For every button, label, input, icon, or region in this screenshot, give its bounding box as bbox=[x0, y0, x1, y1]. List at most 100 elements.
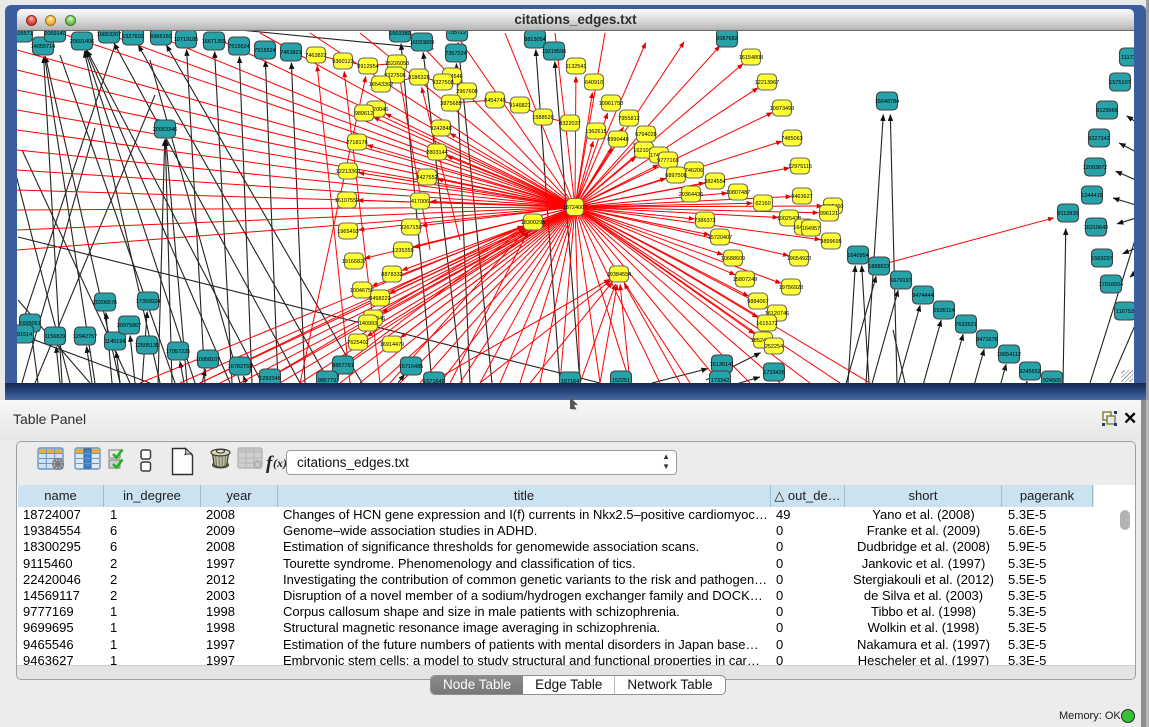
svg-text:10688609: 10688609 bbox=[721, 256, 745, 262]
svg-text:9777169: 9777169 bbox=[657, 158, 678, 164]
svg-text:6966160: 6966160 bbox=[150, 34, 171, 40]
svg-text:10654112: 10654112 bbox=[997, 352, 1021, 358]
svg-text:735722: 735722 bbox=[448, 31, 466, 36]
svg-text:9884067: 9884067 bbox=[747, 299, 768, 305]
svg-text:9474444: 9474444 bbox=[912, 293, 933, 299]
svg-text:164957: 164957 bbox=[802, 226, 820, 232]
svg-text:9146821: 9146821 bbox=[509, 103, 530, 109]
svg-text:1733426: 1733426 bbox=[763, 370, 784, 376]
svg-text:1292346: 1292346 bbox=[259, 376, 280, 382]
svg-text:2087682: 2087682 bbox=[716, 36, 737, 42]
svg-text:16543362: 16543362 bbox=[369, 82, 393, 88]
svg-text:8322037: 8322037 bbox=[559, 121, 580, 127]
svg-text:17359924: 17359924 bbox=[136, 299, 160, 305]
svg-text:12093872: 12093872 bbox=[1083, 165, 1107, 171]
svg-text:8454749: 8454749 bbox=[484, 98, 505, 104]
svg-text:20206576: 20206576 bbox=[93, 300, 117, 306]
svg-text:111736: 111736 bbox=[1121, 55, 1134, 61]
svg-text:12505135: 12505135 bbox=[135, 343, 159, 349]
svg-text:7386372: 7386372 bbox=[694, 218, 715, 224]
svg-text:7515524: 7515524 bbox=[254, 48, 275, 54]
svg-text:9899695: 9899695 bbox=[820, 239, 841, 245]
svg-text:12942757: 12942757 bbox=[73, 334, 97, 340]
svg-text:10653267: 10653267 bbox=[97, 32, 121, 38]
svg-text:16210643: 16210643 bbox=[1084, 225, 1108, 231]
svg-text:10807487: 10807487 bbox=[726, 190, 750, 196]
svg-text:1235359: 1235359 bbox=[392, 248, 413, 254]
svg-text:10961758: 10961758 bbox=[599, 101, 623, 107]
svg-text:6897508: 6897508 bbox=[665, 173, 686, 179]
svg-text:19756928: 19756928 bbox=[779, 285, 803, 291]
svg-text:417006: 417006 bbox=[411, 199, 429, 205]
svg-text:7463822: 7463822 bbox=[305, 53, 326, 59]
svg-text:8912954: 8912954 bbox=[357, 64, 378, 70]
svg-text:10719185: 10719185 bbox=[174, 37, 198, 43]
svg-text:9227342: 9227342 bbox=[1088, 136, 1109, 142]
svg-text:8471676: 8471676 bbox=[976, 337, 997, 343]
svg-text:12213967: 12213967 bbox=[755, 80, 779, 86]
svg-text:19384554: 19384554 bbox=[607, 272, 631, 278]
svg-text:3267150: 3267150 bbox=[400, 225, 421, 231]
svg-text:116753: 116753 bbox=[1116, 309, 1134, 315]
svg-text:7632621: 7632621 bbox=[955, 322, 976, 328]
svg-text:152251: 152251 bbox=[612, 378, 630, 383]
svg-text:20364436: 20364436 bbox=[679, 192, 703, 198]
svg-text:1588520: 1588520 bbox=[532, 115, 553, 121]
svg-text:391514: 391514 bbox=[17, 332, 32, 338]
svg-text:8427552: 8427552 bbox=[416, 175, 437, 181]
svg-text:140993: 140993 bbox=[359, 321, 377, 327]
svg-text:9242848: 9242848 bbox=[430, 126, 451, 132]
svg-text:16033809: 16033809 bbox=[410, 40, 434, 46]
svg-text:7955812: 7955812 bbox=[618, 116, 639, 122]
svg-text:10958107: 10958107 bbox=[196, 357, 220, 363]
svg-text:252254: 252254 bbox=[765, 344, 783, 350]
svg-text:1640954: 1640954 bbox=[847, 253, 868, 259]
svg-text:8813054: 8813054 bbox=[524, 37, 545, 43]
svg-text:1132541: 1132541 bbox=[565, 64, 586, 70]
svg-text:15716485: 15716485 bbox=[399, 364, 423, 370]
svg-text:2069140: 2069140 bbox=[44, 31, 65, 37]
svg-text:1888923: 1888923 bbox=[868, 264, 889, 270]
svg-text:157164: 157164 bbox=[561, 379, 579, 383]
svg-text:20053346: 20053346 bbox=[153, 127, 177, 133]
svg-text:19166827: 19166827 bbox=[342, 259, 366, 265]
svg-text:173342: 173342 bbox=[711, 378, 729, 383]
svg-text:1405571: 1405571 bbox=[17, 31, 33, 37]
svg-text:996121: 996121 bbox=[820, 211, 838, 217]
svg-text:1527602: 1527602 bbox=[122, 34, 143, 40]
svg-text:16107552: 16107552 bbox=[335, 198, 359, 204]
svg-text:3498222: 3498222 bbox=[369, 296, 390, 302]
svg-text:3875685: 3875685 bbox=[440, 101, 461, 107]
svg-text:1145194: 1145194 bbox=[104, 339, 125, 345]
svg-text:6794028: 6794028 bbox=[635, 132, 656, 138]
svg-text:1156829: 1156829 bbox=[44, 334, 65, 340]
svg-text:1603380: 1603380 bbox=[389, 31, 410, 37]
svg-text:1571648: 1571648 bbox=[423, 379, 444, 383]
svg-text:7625402: 7625402 bbox=[347, 340, 368, 346]
svg-text:9857791: 9857791 bbox=[332, 363, 353, 369]
svg-text:16154808: 16154808 bbox=[739, 55, 763, 61]
svg-text:7463821: 7463821 bbox=[280, 50, 301, 56]
svg-text:2718176: 2718176 bbox=[346, 140, 367, 146]
svg-text:8990448: 8990448 bbox=[607, 137, 628, 143]
svg-text:6679197: 6679197 bbox=[890, 278, 911, 284]
svg-text:8878332: 8878332 bbox=[381, 272, 402, 278]
svg-text:16648784: 16648784 bbox=[875, 99, 899, 105]
svg-text:1615172: 1615172 bbox=[756, 321, 777, 327]
svg-text:1569297: 1569297 bbox=[1091, 256, 1112, 262]
svg-text:(x): (x) bbox=[273, 456, 287, 470]
svg-text:9113935: 9113935 bbox=[1057, 211, 1078, 217]
svg-text:62160: 62160 bbox=[755, 201, 770, 207]
svg-text:12975115: 12975115 bbox=[788, 164, 812, 170]
svg-text:7485063: 7485063 bbox=[781, 136, 802, 142]
svg-text:16782759: 16782759 bbox=[228, 364, 252, 370]
svg-text:746206: 746206 bbox=[685, 168, 703, 174]
svg-text:2803144: 2803144 bbox=[426, 150, 447, 156]
svg-text:15226058: 15226058 bbox=[385, 61, 409, 67]
svg-text:7357224: 7357224 bbox=[445, 51, 466, 57]
svg-text:15720407: 15720407 bbox=[708, 235, 732, 241]
svg-text:17016504: 17016504 bbox=[1099, 282, 1123, 288]
svg-text:7515524: 7515524 bbox=[228, 44, 249, 50]
svg-text:1965493: 1965493 bbox=[337, 229, 358, 235]
svg-text:985779: 985779 bbox=[318, 378, 336, 383]
